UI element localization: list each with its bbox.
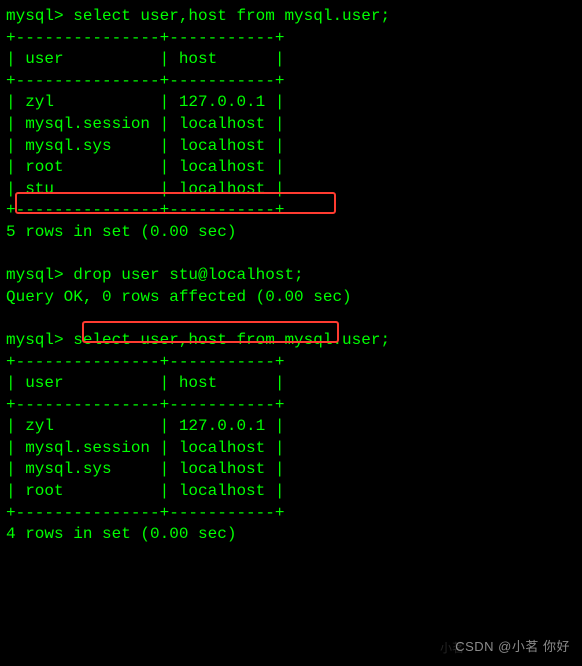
table-row: | mysql.session | localhost | [6,114,576,136]
mysql-prompt: mysql> [6,331,64,349]
table-row: | root | localhost | [6,481,576,503]
query-line: mysql> select user,host from mysql.user; [6,6,576,28]
table-border: +---------------+-----------+ [6,200,576,222]
blank-line [6,308,576,330]
table-row-stu: | stu | localhost | [6,179,576,201]
query-line: mysql> select user,host from mysql.user; [6,330,576,352]
sql-query: select user,host from mysql.user; [64,331,390,349]
terminal-output: mysql> select user,host from mysql.user;… [6,6,576,546]
table-border: +---------------+-----------+ [6,395,576,417]
sql-query: select user,host from mysql.user; [64,7,390,25]
mysql-prompt: mysql> [6,7,64,25]
table-row: | root | localhost | [6,157,576,179]
query-line: mysql> drop user stu@localhost; [6,265,576,287]
table-row: | zyl | 127.0.0.1 | [6,92,576,114]
result-ok: Query OK, 0 rows affected (0.00 sec) [6,287,576,309]
table-row: | mysql.session | localhost | [6,438,576,460]
table-border: +---------------+-----------+ [6,71,576,93]
blank-line [6,244,576,266]
table-row: | mysql.sys | localhost | [6,459,576,481]
result-summary: 4 rows in set (0.00 sec) [6,524,576,546]
csdn-watermark: CSDN @小茗 你好 [455,638,570,656]
result-summary: 5 rows in set (0.00 sec) [6,222,576,244]
table-header: | user | host | [6,373,576,395]
sql-drop-user: drop user stu@localhost; [64,266,304,284]
table-row: | mysql.sys | localhost | [6,136,576,158]
table-header: | user | host | [6,49,576,71]
table-row: | zyl | 127.0.0.1 | [6,416,576,438]
table-border: +---------------+-----------+ [6,503,576,525]
table-border: +---------------+-----------+ [6,352,576,374]
mysql-prompt: mysql> [6,266,64,284]
table-border: +---------------+-----------+ [6,28,576,50]
